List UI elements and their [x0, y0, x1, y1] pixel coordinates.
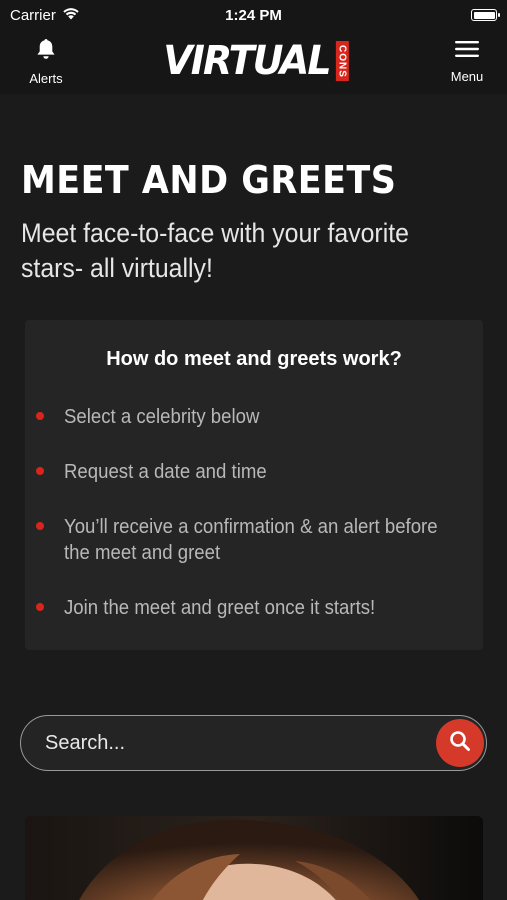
bullet-dot-icon [36, 603, 44, 611]
battery-icon [471, 9, 500, 21]
main-content[interactable]: MEET AND GREETS Meet face-to-face with y… [0, 94, 507, 900]
page-subtitle: Meet face-to-face with your favorite sta… [21, 218, 409, 283]
hamburger-menu-icon [455, 40, 479, 63]
search-bar [20, 715, 487, 771]
bullet-dot-icon [36, 467, 44, 475]
step-text: Request a date and time [64, 461, 267, 483]
menu-label: Menu [450, 69, 484, 84]
alerts-label: Alerts [29, 71, 63, 86]
bullet-dot-icon [36, 522, 44, 530]
page-title: MEET AND GREETS [21, 158, 397, 202]
status-bar: Carrier 1:24 PM [0, 0, 507, 30]
wifi-icon [62, 7, 80, 24]
celebrity-photo [25, 816, 483, 900]
step-text: Join the meet and greet once it starts! [64, 597, 376, 619]
alerts-button[interactable]: Alerts [24, 34, 68, 90]
how-it-works-title: How do meet and greets work? [106, 348, 402, 370]
step-text: Select a celebrity below [64, 406, 260, 428]
status-left: Carrier [10, 7, 80, 24]
bell-icon [36, 38, 56, 65]
step-item: Select a celebrity below [25, 404, 294, 430]
celebrity-card[interactable] [25, 816, 483, 900]
search-input[interactable] [45, 731, 436, 755]
carrier-label: Carrier [10, 6, 56, 24]
search-button[interactable] [436, 719, 484, 767]
menu-button[interactable]: Menu [445, 34, 489, 90]
logo-wordmark: VIRTUAL [162, 38, 331, 84]
step-item: Request a date and time [25, 459, 302, 485]
bullet-dot-icon [36, 412, 44, 420]
search-icon [449, 730, 471, 757]
how-it-works-card: How do meet and greets work? Select a ce… [25, 320, 483, 650]
step-item: Join the meet and greet once it starts! [25, 595, 419, 621]
step-item: You’ll receive a confirmation & an alert… [25, 514, 483, 566]
step-text: You’ll receive a confirmation & an alert… [64, 516, 438, 564]
logo-badge: CONS [335, 41, 349, 81]
top-nav: Alerts VIRTUAL CONS Menu [0, 30, 507, 94]
virtual-cons-logo[interactable]: VIRTUAL CONS [158, 36, 349, 86]
